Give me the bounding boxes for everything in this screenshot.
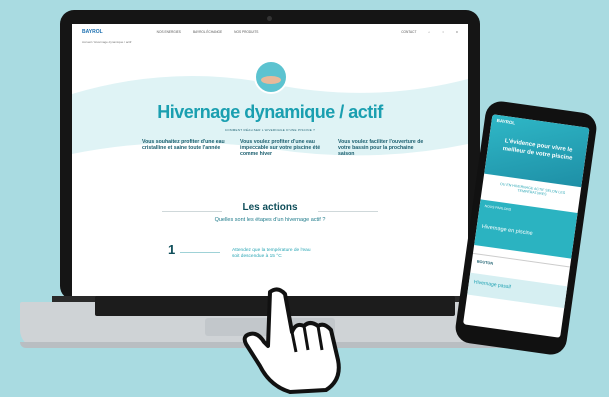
- step-connector: [180, 252, 220, 253]
- benefit-column-2: Vous voulez profiter d'une eau impeccabl…: [240, 139, 321, 158]
- benefit-column-1: Vous souhaitez profiter d'une eau crista…: [142, 139, 225, 152]
- laptop-screen: BAYROL NOS ENERGIES BAYROL ÉCHANGE NOS P…: [72, 24, 468, 296]
- site-nav: BAYROL NOS ENERGIES BAYROL ÉCHANGE NOS P…: [72, 24, 468, 40]
- nav-contact[interactable]: CONTACT: [401, 30, 416, 34]
- site-logo[interactable]: BAYROL: [82, 29, 103, 35]
- page-subtitle: COMMENT RÉALISER L'HIVERNAGE D'UNE PISCI…: [224, 128, 316, 132]
- actions-heading: Les actions: [242, 202, 298, 213]
- phone-section-label: BOUTON: [476, 259, 494, 266]
- hero-image: [254, 60, 288, 94]
- phone-section-bg: [467, 272, 568, 309]
- step-number: 1: [168, 242, 176, 257]
- nav-item-2[interactable]: BAYROL ÉCHANGE: [193, 30, 222, 34]
- search-icon[interactable]: ⌕: [428, 30, 430, 34]
- menu-icon[interactable]: ≡: [456, 30, 458, 34]
- user-icon[interactable]: ○: [442, 30, 444, 34]
- page-title: Hivernage dynamique / actif: [157, 102, 383, 122]
- actions-subtitle: Quelles sont les étapes d'un hivernage a…: [214, 217, 326, 223]
- breadcrumb[interactable]: Accueil / Hivernage dynamique / actif: [72, 40, 468, 44]
- camera-icon: [267, 16, 272, 21]
- nav-item-3[interactable]: NOS PRODUITS: [234, 30, 258, 34]
- benefit-column-3: Vous voulez faciliter l'ouverture de vot…: [338, 139, 424, 158]
- hand-pointer-icon: [242, 287, 341, 394]
- phone-screen: BAYROL L'évidence pour vivre le meilleur…: [463, 114, 590, 338]
- step-text: Attendez que la température de l'eau soi…: [232, 248, 311, 260]
- nav-item-1[interactable]: NOS ENERGIES: [157, 30, 181, 34]
